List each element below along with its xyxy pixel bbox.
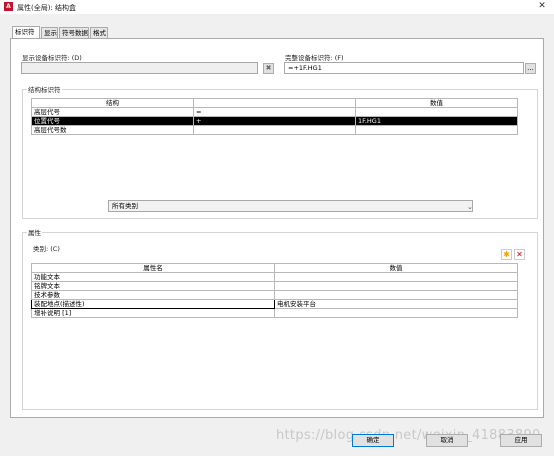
full-id-field[interactable]: =+1F.HG1 — [284, 62, 524, 74]
cancel-button[interactable]: 取消 — [426, 434, 468, 447]
display-id-field[interactable] — [21, 62, 258, 74]
category-select[interactable]: 所有类别 — [108, 200, 473, 212]
properties-table: 属性名 数值 功能文本 铭牌文本 技术参数 装配地点(描述性) 电机安装平台 增… — [31, 263, 518, 318]
ok-button[interactable]: 确定 — [352, 434, 394, 447]
table-cell[interactable] — [355, 107, 518, 117]
title-bar — [0, 0, 554, 14]
column-header — [193, 98, 356, 108]
table-cell[interactable]: = — [193, 107, 356, 117]
table-cell: 功能文本 — [31, 272, 275, 282]
full-id-label: 完整设备标识符: (F) — [285, 54, 344, 62]
clear-button[interactable]: ✖ — [263, 63, 274, 74]
column-header: 结构 — [31, 98, 194, 108]
table-cell: 装配地点(描述性) — [31, 299, 275, 309]
star-icon[interactable]: ✱ — [501, 249, 512, 260]
table-cell: 高层代号 — [31, 107, 194, 117]
table-cell: 增补说明 [1] — [31, 308, 275, 318]
table-cell: 高层代号数 — [31, 125, 194, 135]
table-row[interactable]: 铭牌文本 — [31, 281, 518, 291]
table-cell: 技术参数 — [31, 290, 275, 300]
properties-group — [22, 232, 538, 410]
chevron-down-icon[interactable]: ⌄ — [467, 203, 473, 211]
window-title: 属性(全局): 结构盒 — [17, 4, 77, 12]
table-cell[interactable] — [274, 281, 518, 291]
category-label: 类别: (C) — [33, 245, 60, 253]
table-row[interactable]: 技术参数 — [31, 290, 518, 300]
clear-icon: ✖ — [265, 64, 272, 72]
table-cell[interactable] — [274, 272, 518, 282]
table-cell[interactable]: + — [193, 116, 356, 126]
delete-icon[interactable]: ✕ — [514, 249, 525, 260]
properties-table-header: 属性名 数值 — [31, 263, 518, 273]
table-row[interactable]: 增补说明 [1] — [31, 308, 518, 318]
structure-table-header: 结构 数值 — [31, 98, 518, 108]
browse-button[interactable]: ... — [525, 63, 536, 74]
table-row-selected[interactable]: 位置代号 + 1F.HG1 — [31, 116, 518, 126]
table-cell[interactable] — [274, 308, 518, 318]
app-logo-icon: A — [4, 2, 13, 11]
column-header: 属性名 — [31, 263, 275, 273]
column-header: 数值 — [274, 263, 518, 273]
table-row[interactable]: 高层代号数 — [31, 125, 518, 135]
column-header: 数值 — [355, 98, 518, 108]
table-cell[interactable] — [274, 290, 518, 300]
table-cell[interactable] — [193, 125, 356, 135]
table-row[interactable]: 功能文本 — [31, 272, 518, 282]
table-cell[interactable]: 电机安装平台 — [274, 299, 518, 309]
table-cell[interactable]: 1F.HG1 — [355, 116, 518, 126]
apply-button[interactable]: 应用 — [500, 434, 542, 447]
table-row[interactable]: 高层代号 = — [31, 107, 518, 117]
structure-table: 结构 数值 高层代号 = 位置代号 + 1F.HG1 高层代号数 — [31, 98, 518, 135]
table-cell: 位置代号 — [31, 116, 194, 126]
display-id-label: 显示设备标识符: (D) — [22, 54, 82, 62]
table-cell: 铭牌文本 — [31, 281, 275, 291]
table-cell[interactable] — [355, 125, 518, 135]
close-button[interactable]: ✕ — [530, 0, 554, 14]
properties-group-title: 属性 — [27, 227, 42, 237]
structure-group-title: 结构标识符 — [27, 84, 62, 94]
table-row[interactable]: 装配地点(描述性) 电机安装平台 — [31, 299, 518, 309]
